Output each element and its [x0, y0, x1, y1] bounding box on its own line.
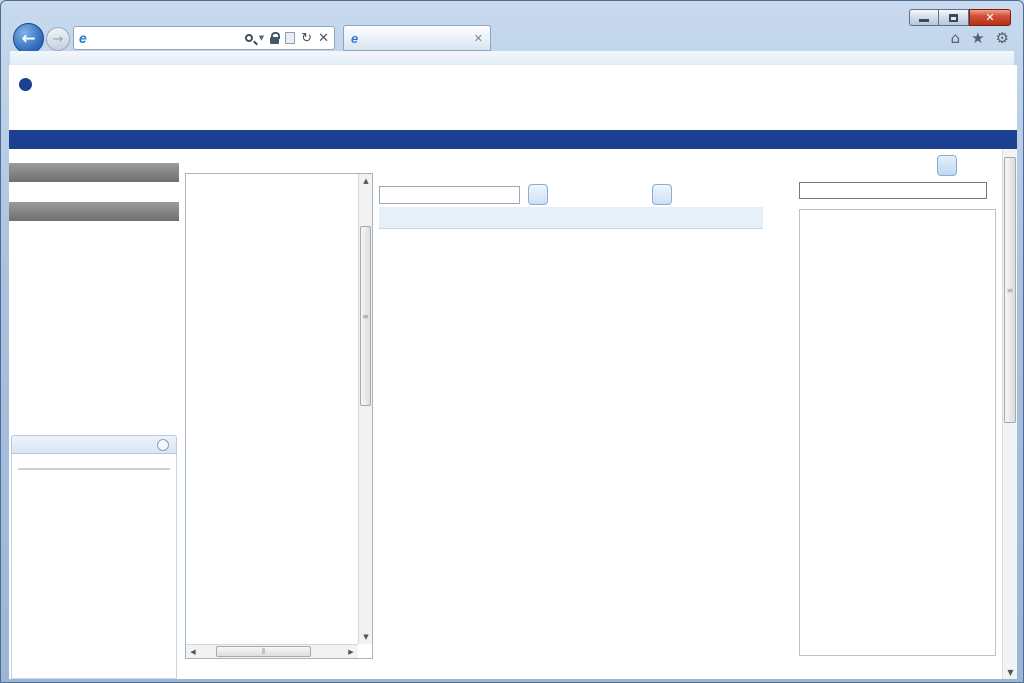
- collapse-icon[interactable]: [157, 439, 169, 451]
- lock-icon: [270, 37, 279, 44]
- minimize-button[interactable]: [909, 9, 939, 26]
- col-geraet[interactable]: [379, 207, 429, 228]
- tree-vertical-scrollbar[interactable]: ▲ ≡ ▼: [358, 174, 372, 644]
- folder-tree: ▲ ≡ ▼ ◀ ⦀ ▶: [185, 173, 373, 659]
- settings-gear-icon[interactable]: ⚙: [996, 29, 1009, 47]
- scroll-up-icon[interactable]: ▲: [359, 174, 373, 188]
- logo-dot-icon: [19, 78, 32, 91]
- page-scrollbar[interactable]: ≡ ▼: [1002, 149, 1017, 679]
- ie-icon: e: [351, 31, 358, 46]
- webdevices-page: ▲ ≡ ▼ ◀ ⦀ ▶: [9, 65, 1017, 679]
- tree-scroll-thumb[interactable]: ≡: [360, 226, 371, 406]
- scroll-down-icon[interactable]: ▼: [1003, 668, 1017, 677]
- favorites-star-icon[interactable]: ★: [971, 29, 984, 47]
- home-icon[interactable]: ⌂: [951, 29, 961, 47]
- maximize-button[interactable]: [939, 9, 969, 26]
- col-name[interactable]: [484, 207, 622, 228]
- scroll-left-icon[interactable]: ◀: [186, 645, 200, 659]
- minimize-icon: [919, 19, 929, 22]
- imc-logo: [17, 67, 247, 127]
- chevron-down-icon[interactable]: ▼: [259, 34, 264, 42]
- files-table: [379, 207, 763, 229]
- main-navigation: [9, 130, 1017, 149]
- stop-icon[interactable]: ✕: [318, 32, 329, 45]
- compatibility-view-icon[interactable]: [285, 32, 295, 44]
- browser-tab[interactable]: e ✕: [343, 25, 491, 51]
- devices-header: [9, 163, 179, 182]
- browser-window: ✕ ← → e ▼ ↻ ✕ e ✕ ⌂ ★ ⚙: [0, 0, 1024, 683]
- maximize-icon: [949, 14, 958, 22]
- tree-hscroll-thumb[interactable]: ⦀: [216, 646, 311, 657]
- details-panel: [799, 209, 996, 656]
- col-sync-datum[interactable]: [691, 207, 763, 228]
- functions-header: [9, 202, 179, 221]
- sidebar: [9, 149, 179, 679]
- search-input[interactable]: [799, 182, 987, 199]
- ie-icon: e: [79, 30, 87, 46]
- scroll-down-icon[interactable]: ▼: [359, 630, 373, 644]
- deactivate-button[interactable]: [937, 155, 957, 176]
- col-server[interactable]: [429, 207, 484, 228]
- scroll-right-icon[interactable]: ▶: [344, 645, 358, 659]
- search-icon[interactable]: [245, 34, 253, 42]
- close-icon: ✕: [985, 11, 994, 24]
- show-all-button[interactable]: [652, 184, 672, 205]
- close-button[interactable]: ✕: [969, 9, 1011, 26]
- tab-close-icon[interactable]: ✕: [474, 32, 483, 45]
- refresh-icon[interactable]: ↻: [301, 32, 312, 45]
- window-controls: ✕: [909, 9, 1011, 26]
- menu-strip: [10, 51, 1014, 65]
- page-scroll-thumb[interactable]: ≡: [1004, 157, 1016, 423]
- tree-horizontal-scrollbar[interactable]: ◀ ⦀ ▶: [186, 644, 358, 658]
- filter-by-filename-button[interactable]: [528, 184, 548, 205]
- legend-panel: [11, 435, 177, 679]
- browser-back-button[interactable]: ←: [13, 23, 44, 54]
- col-groesse[interactable]: [622, 207, 691, 228]
- browser-forward-button[interactable]: →: [46, 27, 70, 51]
- filename-filter-input[interactable]: [379, 186, 520, 204]
- address-bar[interactable]: e ▼ ↻ ✕: [73, 26, 335, 50]
